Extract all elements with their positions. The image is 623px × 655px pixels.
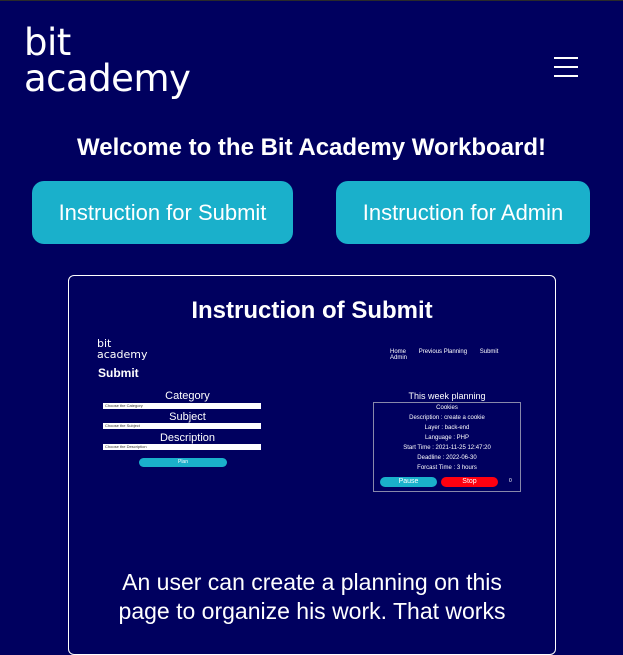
planning-name: Cookies	[436, 405, 458, 411]
page-title: Welcome to the Bit Academy Workboard!	[77, 134, 546, 161]
planning-deadline: Deadline : 2022-06-30	[417, 455, 477, 461]
screenshot-logo: bit academy	[97, 337, 148, 361]
hamburger-icon[interactable]	[554, 57, 578, 79]
instruction-admin-button[interactable]: Instruction for Admin	[336, 181, 590, 244]
card-title: Instruction of Submit	[191, 297, 433, 324]
screenshot-subject-label: Subject	[169, 411, 206, 423]
screenshot-nav-admin: Admin	[390, 355, 408, 361]
screenshot-category-label: Category	[165, 390, 210, 402]
planning-forecast: Forcast Time : 3 hours	[417, 465, 477, 471]
screenshot-nav: Home Previous Planning Submit Admin	[390, 349, 535, 361]
screenshot-description-select: Choose the Description	[103, 444, 261, 450]
screenshot-description-label: Description	[159, 432, 216, 444]
logo[interactable]: bit academy	[24, 21, 191, 100]
screenshot-stop-button: Stop	[441, 477, 498, 487]
instruction-screenshot: bit academy Home Previous Planning Submi…	[95, 336, 535, 506]
logo-line-1: bit	[24, 21, 71, 64]
logo-line-2: academy	[24, 57, 191, 100]
planning-layer: Layer : back-end	[424, 425, 470, 431]
card-description-line-1: An user can create a planning on this	[122, 569, 502, 595]
screenshot-pause-button: Pause	[380, 477, 437, 487]
card-description: An user can create a planning on this pa…	[69, 568, 555, 626]
instruction-card: Instruction of Submit bit academy Home P…	[68, 275, 556, 655]
screenshot-category-select: Choose the Category	[103, 403, 261, 409]
planning-description: Description : create a cookie	[409, 415, 485, 421]
screenshot-nav-submit: Submit	[479, 349, 499, 355]
screenshot-subject-select: Choose the Subject	[103, 423, 261, 429]
screenshot-plan-button: Plan	[139, 458, 227, 467]
card-description-line-2: page to organize his work. That works	[118, 598, 506, 624]
instruction-submit-button[interactable]: Instruction for Submit	[32, 181, 293, 244]
screenshot-title: Submit	[98, 366, 139, 380]
planning-language: Language : PHP	[424, 435, 470, 441]
screenshot-counter: 0	[509, 478, 512, 484]
screenshot-week-title: This week planning	[408, 391, 486, 401]
screenshot-nav-previous: Previous Planning	[418, 349, 468, 355]
planning-start-time: Start Time : 2021-11-25 12:47:20	[403, 445, 491, 451]
